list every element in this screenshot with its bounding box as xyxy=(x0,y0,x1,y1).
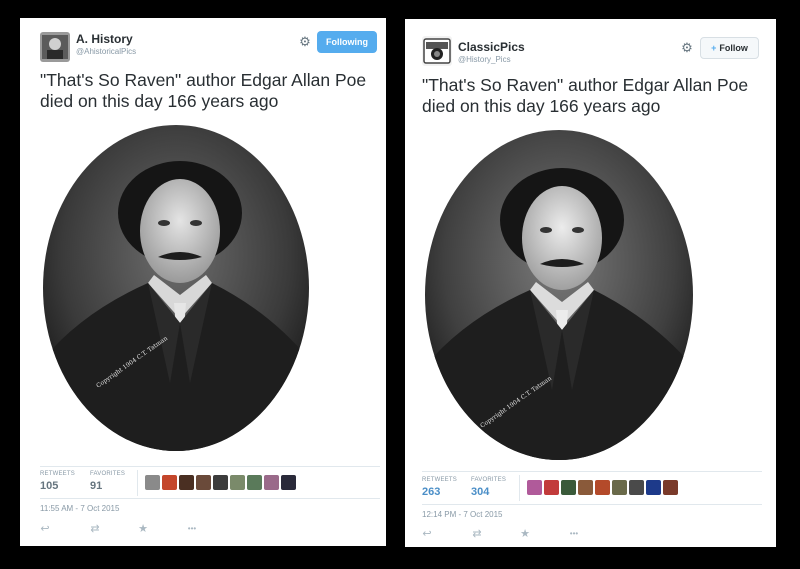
tweet-text-line: "That's So Raven" author Edgar Allan Poe xyxy=(40,70,367,90)
favorites-count[interactable]: 91 xyxy=(90,480,102,492)
avatar[interactable] xyxy=(179,475,194,490)
avatar[interactable] xyxy=(612,480,627,495)
avatar[interactable] xyxy=(264,475,279,490)
tweet-photo[interactable]: Copyright 1904 C.T. Tatman xyxy=(422,128,696,462)
avatar[interactable] xyxy=(422,36,452,66)
avatar[interactable] xyxy=(544,480,559,495)
avatar[interactable] xyxy=(629,480,644,495)
gear-icon[interactable]: ⚙ xyxy=(298,35,312,49)
retweets-label[interactable]: RETWEETS xyxy=(40,471,75,477)
divider xyxy=(519,475,520,501)
tweet-text: "That's So Raven" author Edgar Allan Poe… xyxy=(40,70,380,112)
tweet-photo[interactable]: Copyright 1904 C.T. Tatman xyxy=(40,123,312,453)
avatar[interactable] xyxy=(213,475,228,490)
avatar[interactable] xyxy=(646,480,661,495)
avatar[interactable] xyxy=(663,480,678,495)
favorites-count[interactable]: 304 xyxy=(471,486,489,498)
avatar[interactable] xyxy=(145,475,160,490)
retweets-label[interactable]: RETWEETS xyxy=(422,477,457,483)
avatar[interactable] xyxy=(196,475,211,490)
divider xyxy=(40,498,380,499)
avatar[interactable] xyxy=(230,475,245,490)
avatar[interactable] xyxy=(561,480,576,495)
avatar[interactable] xyxy=(527,480,542,495)
tweet-header: ClassicPics @History_Pics ⚙ + Follow xyxy=(405,19,776,69)
avatar[interactable] xyxy=(40,32,70,62)
star-icon[interactable]: ★ xyxy=(136,523,150,535)
follow-button-label: Follow xyxy=(719,43,748,53)
display-name[interactable]: A. History xyxy=(76,32,133,46)
divider xyxy=(422,471,762,472)
divider xyxy=(422,504,762,505)
avatar[interactable] xyxy=(247,475,262,490)
retweets-count[interactable]: 105 xyxy=(40,480,58,492)
user-handle[interactable]: @AhistoricalPics xyxy=(76,47,136,56)
reply-icon[interactable]: ↩ xyxy=(420,528,434,540)
more-icon[interactable]: ••• xyxy=(565,528,583,540)
avatar[interactable] xyxy=(162,475,177,490)
avatar[interactable] xyxy=(595,480,610,495)
favorites-label[interactable]: FAVORITES xyxy=(471,477,506,483)
gear-icon[interactable]: ⚙ xyxy=(680,41,694,55)
favorites-label[interactable]: FAVORITES xyxy=(90,471,125,477)
tweet-text-line: died on this day 166 years ago xyxy=(40,91,279,111)
following-button[interactable]: Following xyxy=(317,31,377,53)
tweet-text-line: "That's So Raven" author Edgar Allan Poe xyxy=(422,75,749,95)
tweet-card-b: ClassicPics @History_Pics ⚙ + Follow "Tha… xyxy=(405,19,776,547)
more-icon[interactable]: ••• xyxy=(183,523,201,535)
star-icon[interactable]: ★ xyxy=(518,528,532,540)
follow-button[interactable]: + Follow xyxy=(700,37,759,59)
retweets-count[interactable]: 263 xyxy=(422,486,440,498)
tweet-timestamp[interactable]: 12:14 PM - 7 Oct 2015 xyxy=(422,510,503,519)
user-handle[interactable]: @History_Pics xyxy=(458,55,511,64)
tweet-card-a: A. History @AhistoricalPics ⚙ Following … xyxy=(20,18,386,546)
tweet-timestamp[interactable]: 11:55 AM - 7 Oct 2015 xyxy=(40,504,119,513)
tweet-header: A. History @AhistoricalPics ⚙ Following xyxy=(20,18,386,68)
tweet-text-line: died on this day 166 years ago xyxy=(422,96,661,116)
divider xyxy=(137,470,138,496)
retweet-icon[interactable]: ⇄ xyxy=(470,528,484,540)
tweet-text: "That's So Raven" author Edgar Allan Poe… xyxy=(422,75,767,117)
retweet-icon[interactable]: ⇄ xyxy=(88,523,102,535)
avatar[interactable] xyxy=(281,475,296,490)
display-name[interactable]: ClassicPics xyxy=(458,40,525,54)
avatar[interactable] xyxy=(578,480,593,495)
reply-icon[interactable]: ↩ xyxy=(38,523,52,535)
add-user-icon: + xyxy=(711,43,717,53)
divider xyxy=(40,466,380,467)
